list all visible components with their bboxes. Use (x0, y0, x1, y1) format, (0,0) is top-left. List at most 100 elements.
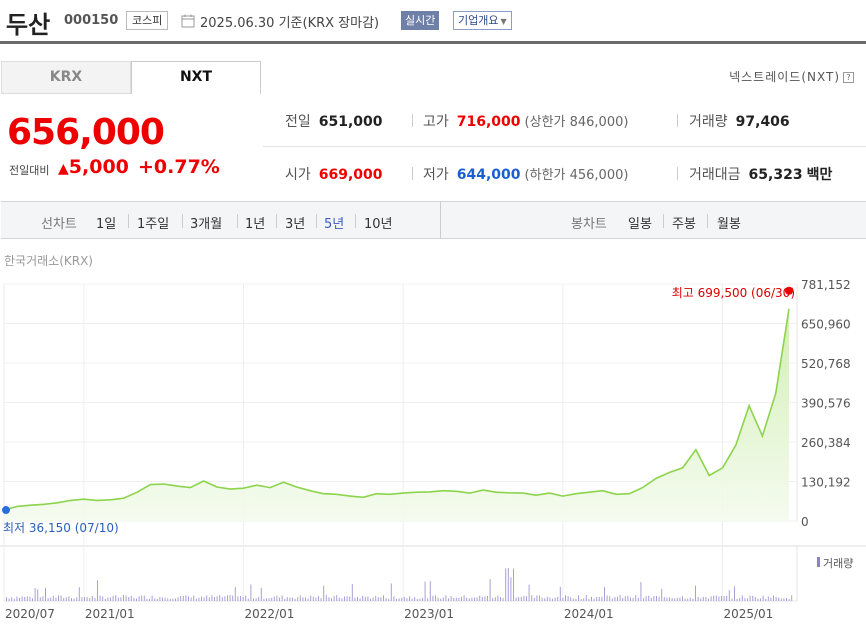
candle-monthly[interactable]: 월봉 (717, 213, 741, 232)
volume-bar (734, 586, 735, 601)
volume-bar (645, 596, 647, 601)
volume-bar (492, 598, 494, 601)
volume-bar (497, 595, 499, 601)
volume-bar (268, 598, 270, 601)
candle-daily[interactable]: 일봉 (628, 213, 652, 232)
price-chart[interactable]: 781,152 650,960 520,768 390,576 260,384 130,1… (0, 270, 866, 635)
divider (316, 214, 317, 228)
divider (663, 214, 664, 228)
period-bar: 선차트 1일 1주일 3개월 1년 3년 5년 10년 봉차트 일봉 주봉 월봉 (1, 201, 866, 239)
volume-bar (611, 598, 613, 601)
volume-bar (45, 587, 46, 601)
volume-bar (250, 584, 252, 601)
realtime-button[interactable]: 실시간 (401, 11, 440, 30)
volume-bar (533, 597, 535, 601)
volume-bar (606, 595, 608, 601)
volume-bar (713, 595, 715, 601)
volume-bar (24, 597, 26, 601)
stat-low: 저가 644,000 (하한가 456,000) (423, 164, 628, 184)
volume-bar (489, 579, 491, 601)
volume-bar (242, 597, 244, 601)
volume-bar (211, 595, 213, 601)
period-1w[interactable]: 1주일 (137, 213, 169, 232)
y-tick-label: 130,192 (801, 476, 851, 490)
volume-bar (455, 597, 457, 601)
volume-bar (635, 595, 637, 601)
volume-bar (281, 595, 283, 601)
volume-bar (185, 595, 187, 601)
volume-bar (583, 598, 585, 601)
volume-bar (76, 597, 78, 601)
volume-bar (364, 596, 366, 601)
volume-bar (708, 598, 709, 601)
volume-bar (461, 596, 462, 601)
volume-bar (107, 597, 109, 601)
stat-value: 651,000 (318, 114, 383, 130)
volume-bar (84, 597, 85, 601)
company-overview-button[interactable]: 기업개요 ▼ (453, 11, 512, 30)
divider (237, 214, 238, 228)
volume-bar (216, 596, 218, 601)
volume-bar (279, 597, 280, 601)
volume-bar (526, 596, 527, 601)
nextrade-link[interactable]: 넥스트레이드(NXT)? (729, 68, 854, 85)
volume-bar (377, 597, 379, 601)
amount-unit: 백만 (806, 167, 833, 183)
volume-bar (780, 598, 782, 601)
volume-bar (604, 587, 605, 601)
volume-bar (422, 597, 423, 601)
x-tick-label: 2025/01 (723, 607, 773, 621)
x-tick-label: 2024/01 (564, 607, 614, 621)
volume-bar (115, 595, 117, 601)
period-3y[interactable]: 3년 (285, 213, 305, 232)
volume-bar (687, 598, 689, 601)
min-label: 최저 36,150 (07/10) (3, 521, 119, 535)
volume-bar (388, 598, 390, 601)
period-3m[interactable]: 3개월 (190, 213, 222, 232)
volume-bar (65, 597, 67, 601)
volume-bar (762, 595, 764, 601)
period-1d[interactable]: 1일 (96, 213, 116, 232)
volume-bar (341, 598, 343, 601)
volume-bar (266, 598, 267, 601)
change-label: 전일대비 (9, 164, 50, 177)
volume-bar (710, 596, 712, 601)
volume-bar (68, 596, 70, 601)
volume-bar (398, 598, 400, 601)
volume-bar (229, 595, 231, 601)
volume-bar (312, 596, 314, 601)
tab-nxt[interactable]: NXT (131, 61, 261, 94)
volume-bar (656, 596, 657, 601)
stat-label: 시가 (285, 167, 311, 183)
volume-bar (138, 596, 140, 601)
x-tick-label: 2020/07 (5, 607, 55, 621)
volume-bar (201, 596, 202, 601)
period-1y[interactable]: 1년 (245, 213, 265, 232)
volume-bar (601, 596, 603, 601)
price-change: ▲5,000 (58, 156, 129, 178)
tab-krx[interactable]: KRX (1, 61, 131, 94)
period-5y[interactable]: 5년 (324, 213, 344, 232)
volume-bar (700, 598, 702, 601)
volume-bar (195, 598, 197, 601)
volume-bar (453, 598, 455, 601)
volume-bar (718, 596, 720, 601)
date-basis-text: 기준(KRX 장마감) (278, 16, 380, 31)
volume-bar (193, 595, 195, 601)
help-icon[interactable]: ? (843, 72, 854, 83)
volume-bar (240, 596, 241, 601)
volume-bar (162, 597, 163, 601)
volume-bar (736, 598, 738, 601)
volume-bar (47, 598, 49, 601)
volume-bar (783, 598, 785, 601)
volume-bar (728, 590, 730, 601)
period-10y[interactable]: 10년 (364, 213, 393, 232)
volume-bar (156, 598, 158, 601)
volume-bar (739, 597, 741, 601)
volume-bar (479, 595, 481, 601)
candle-weekly[interactable]: 주봉 (672, 213, 696, 232)
volume-bar (6, 597, 7, 601)
volume-bar (619, 595, 621, 601)
volume-bar (263, 598, 265, 601)
volume-bar (89, 597, 91, 601)
